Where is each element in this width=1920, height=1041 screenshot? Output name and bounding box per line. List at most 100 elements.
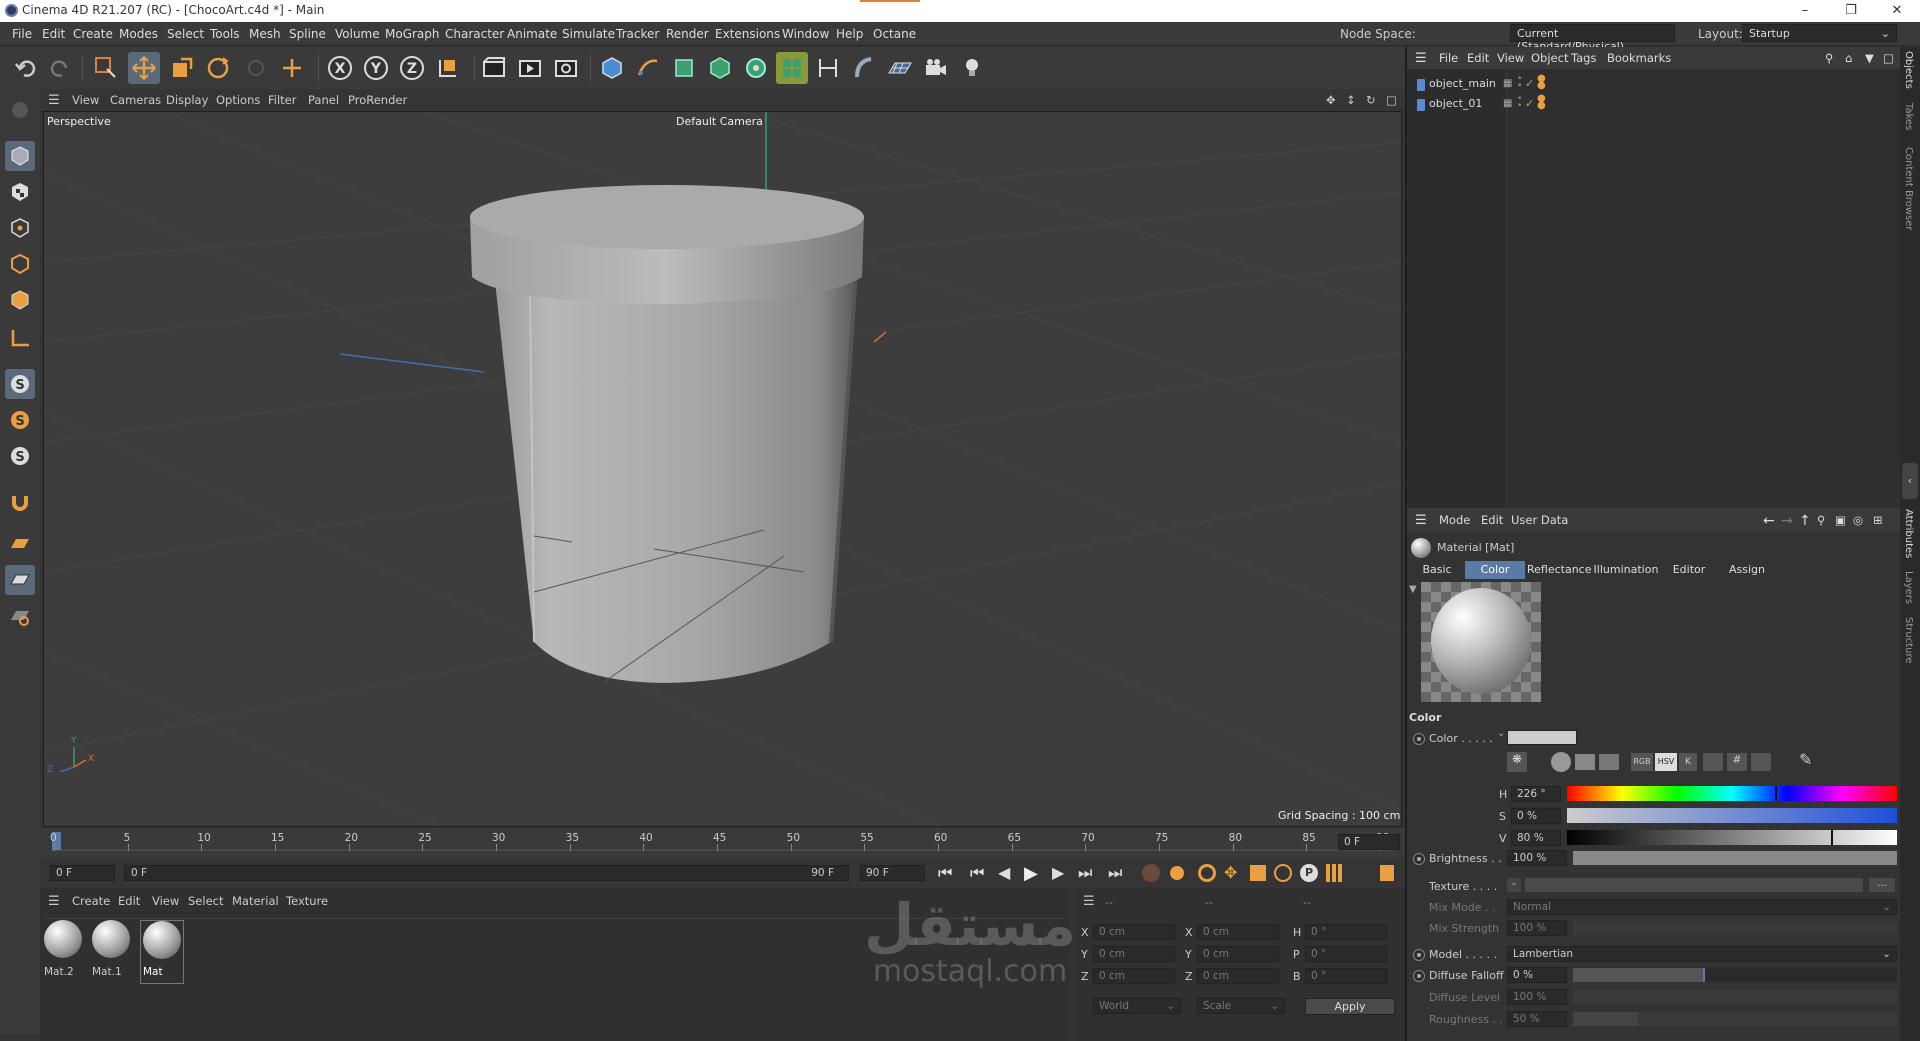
- cloner-icon[interactable]: [740, 52, 772, 84]
- key-selection-icon[interactable]: [1198, 864, 1216, 882]
- enabled-check-icon[interactable]: ✓: [1525, 77, 1534, 90]
- deformer-icon[interactable]: [848, 52, 880, 84]
- attrmenu-mode[interactable]: Mode: [1439, 513, 1470, 527]
- material-menu-material[interactable]: Material: [232, 894, 279, 908]
- home-icon[interactable]: ⌂: [1845, 51, 1852, 65]
- texture-browse-button[interactable]: ...: [1869, 878, 1895, 892]
- texture-mode-icon[interactable]: [5, 177, 35, 207]
- hamburger-icon[interactable]: ☰: [1415, 513, 1427, 528]
- points-mode-icon[interactable]: [5, 213, 35, 243]
- rotation-h-field[interactable]: 0 °: [1305, 924, 1387, 940]
- menu-window[interactable]: Window: [782, 27, 829, 41]
- material-menu-select[interactable]: Select: [188, 894, 223, 908]
- viewport-menu-view[interactable]: View: [72, 93, 99, 107]
- mix-mode-select[interactable]: Normal ⌄: [1507, 899, 1897, 915]
- menu-octane[interactable]: Octane: [873, 27, 916, 41]
- hue-field[interactable]: 226 °: [1511, 786, 1561, 802]
- vtab-objects[interactable]: Objects: [1903, 51, 1914, 89]
- viewport-menu-display[interactable]: Display: [166, 93, 208, 107]
- play-icon[interactable]: ▶: [1024, 863, 1046, 884]
- locked-workplane-icon[interactable]: [5, 601, 35, 631]
- vtab-attributes[interactable]: Attributes: [1903, 509, 1914, 558]
- viewport-menu-panel[interactable]: Panel: [308, 93, 339, 107]
- node-space-select[interactable]: Current (Standard/Physical)⌄: [1510, 24, 1675, 53]
- value-slider[interactable]: [1567, 830, 1897, 845]
- diffuse-level-field[interactable]: 100 %: [1507, 989, 1567, 1005]
- render-icon[interactable]: [514, 52, 546, 84]
- material-swatch[interactable]: Mat.2: [44, 920, 86, 984]
- menu-help[interactable]: Help: [836, 27, 863, 41]
- key-scale-icon[interactable]: [1250, 865, 1266, 881]
- panel-collapse-icon[interactable]: ‹: [1902, 463, 1918, 499]
- tag-icon[interactable]: ● ●: [1537, 74, 1546, 91]
- object-row[interactable]: object_main ▦ • • ✓ ● ●: [1411, 74, 1881, 95]
- vtab-structure[interactable]: Structure: [1903, 617, 1914, 664]
- brightness-field[interactable]: 100 %: [1507, 850, 1567, 866]
- rotate-icon[interactable]: [202, 52, 234, 84]
- menu-create[interactable]: Create: [73, 27, 113, 41]
- diffuse-falloff-anim-radio[interactable]: [1413, 970, 1425, 982]
- render-settings-icon[interactable]: [550, 52, 582, 84]
- new-window-icon[interactable]: ⊞: [1873, 513, 1883, 527]
- search-icon[interactable]: ⚲: [1817, 513, 1825, 527]
- menu-spline[interactable]: Spline: [289, 27, 326, 41]
- key-position-icon[interactable]: ✥: [1224, 863, 1237, 882]
- floor-icon[interactable]: [884, 52, 916, 84]
- polygons-mode-icon[interactable]: [5, 285, 35, 315]
- current-frame-field[interactable]: 0 F: [1338, 834, 1400, 850]
- scale-icon[interactable]: [166, 52, 198, 84]
- snap-icon[interactable]: S: [5, 369, 35, 399]
- move-icon[interactable]: [128, 52, 160, 84]
- vtab-content-browser[interactable]: Content Browser: [1903, 147, 1914, 230]
- maximize-view-icon[interactable]: □: [1386, 93, 1397, 107]
- objmenu-file[interactable]: File: [1439, 51, 1458, 65]
- light-icon[interactable]: [956, 52, 988, 84]
- position-z-field[interactable]: 0 cm: [1093, 968, 1175, 984]
- go-to-start-icon[interactable]: ⏮: [938, 863, 952, 883]
- chevron-down-icon[interactable]: ⌄: [1497, 728, 1505, 739]
- menu-mesh[interactable]: Mesh: [249, 27, 281, 41]
- extrude-icon[interactable]: [704, 52, 736, 84]
- coord-mode-select[interactable]: World ⌄: [1093, 998, 1181, 1014]
- kelvin-mode-button[interactable]: K: [1679, 753, 1697, 771]
- saturation-field[interactable]: 0 %: [1511, 808, 1561, 824]
- world-axis-icon[interactable]: [276, 52, 308, 84]
- previous-frame-icon[interactable]: ◀: [998, 863, 1010, 882]
- saturation-slider[interactable]: [1567, 808, 1897, 823]
- mix-strength-slider[interactable]: [1573, 921, 1897, 935]
- subdivision-icon[interactable]: [668, 52, 700, 84]
- camera-icon[interactable]: [920, 52, 952, 84]
- back-arrow-icon[interactable]: ←: [1763, 513, 1775, 529]
- brightness-anim-radio[interactable]: [1413, 853, 1425, 865]
- material-swatch-selected[interactable]: Mat: [140, 920, 184, 984]
- size-y-field[interactable]: 0 cm: [1197, 946, 1279, 962]
- color-swatch[interactable]: [1507, 730, 1577, 745]
- material-menu-texture[interactable]: Texture: [286, 894, 328, 908]
- pan-icon[interactable]: ✥: [1326, 93, 1336, 107]
- color-anim-radio[interactable]: [1413, 733, 1425, 745]
- autokey-icon[interactable]: [1168, 864, 1186, 882]
- make-editable-icon[interactable]: [5, 95, 35, 125]
- objmenu-object[interactable]: Object: [1531, 51, 1568, 65]
- tab-reflectance[interactable]: Reflectance: [1527, 561, 1592, 579]
- tab-color[interactable]: Color: [1465, 561, 1525, 579]
- attrmenu-edit[interactable]: Edit: [1481, 513, 1503, 527]
- hex-icon[interactable]: #: [1727, 753, 1747, 771]
- diffuse-level-slider[interactable]: [1573, 990, 1897, 1004]
- up-arrow-icon[interactable]: ↑: [1799, 513, 1811, 529]
- minimize-icon[interactable]: –: [1782, 0, 1828, 22]
- cylinder-lid-top[interactable]: [470, 185, 864, 249]
- objmenu-edit[interactable]: Edit: [1467, 51, 1489, 65]
- rotation-p-field[interactable]: 0 °: [1305, 946, 1387, 962]
- recent-tool-icon[interactable]: [240, 52, 272, 84]
- texture-slot[interactable]: [1525, 878, 1863, 892]
- menu-edit[interactable]: Edit: [42, 27, 65, 41]
- chevron-down-icon[interactable]: ⌄: [1507, 878, 1521, 892]
- orbit-icon[interactable]: ↻: [1366, 93, 1376, 107]
- start-frame-field[interactable]: 0 F: [50, 865, 115, 881]
- layout-select[interactable]: Startup ⌄: [1742, 24, 1897, 42]
- vtab-layers[interactable]: Layers: [1903, 571, 1914, 604]
- visibility-dots-icon[interactable]: • •: [1517, 75, 1522, 91]
- viewport-scene[interactable]: [44, 112, 1402, 827]
- cylinder-body[interactable]: [494, 272, 856, 683]
